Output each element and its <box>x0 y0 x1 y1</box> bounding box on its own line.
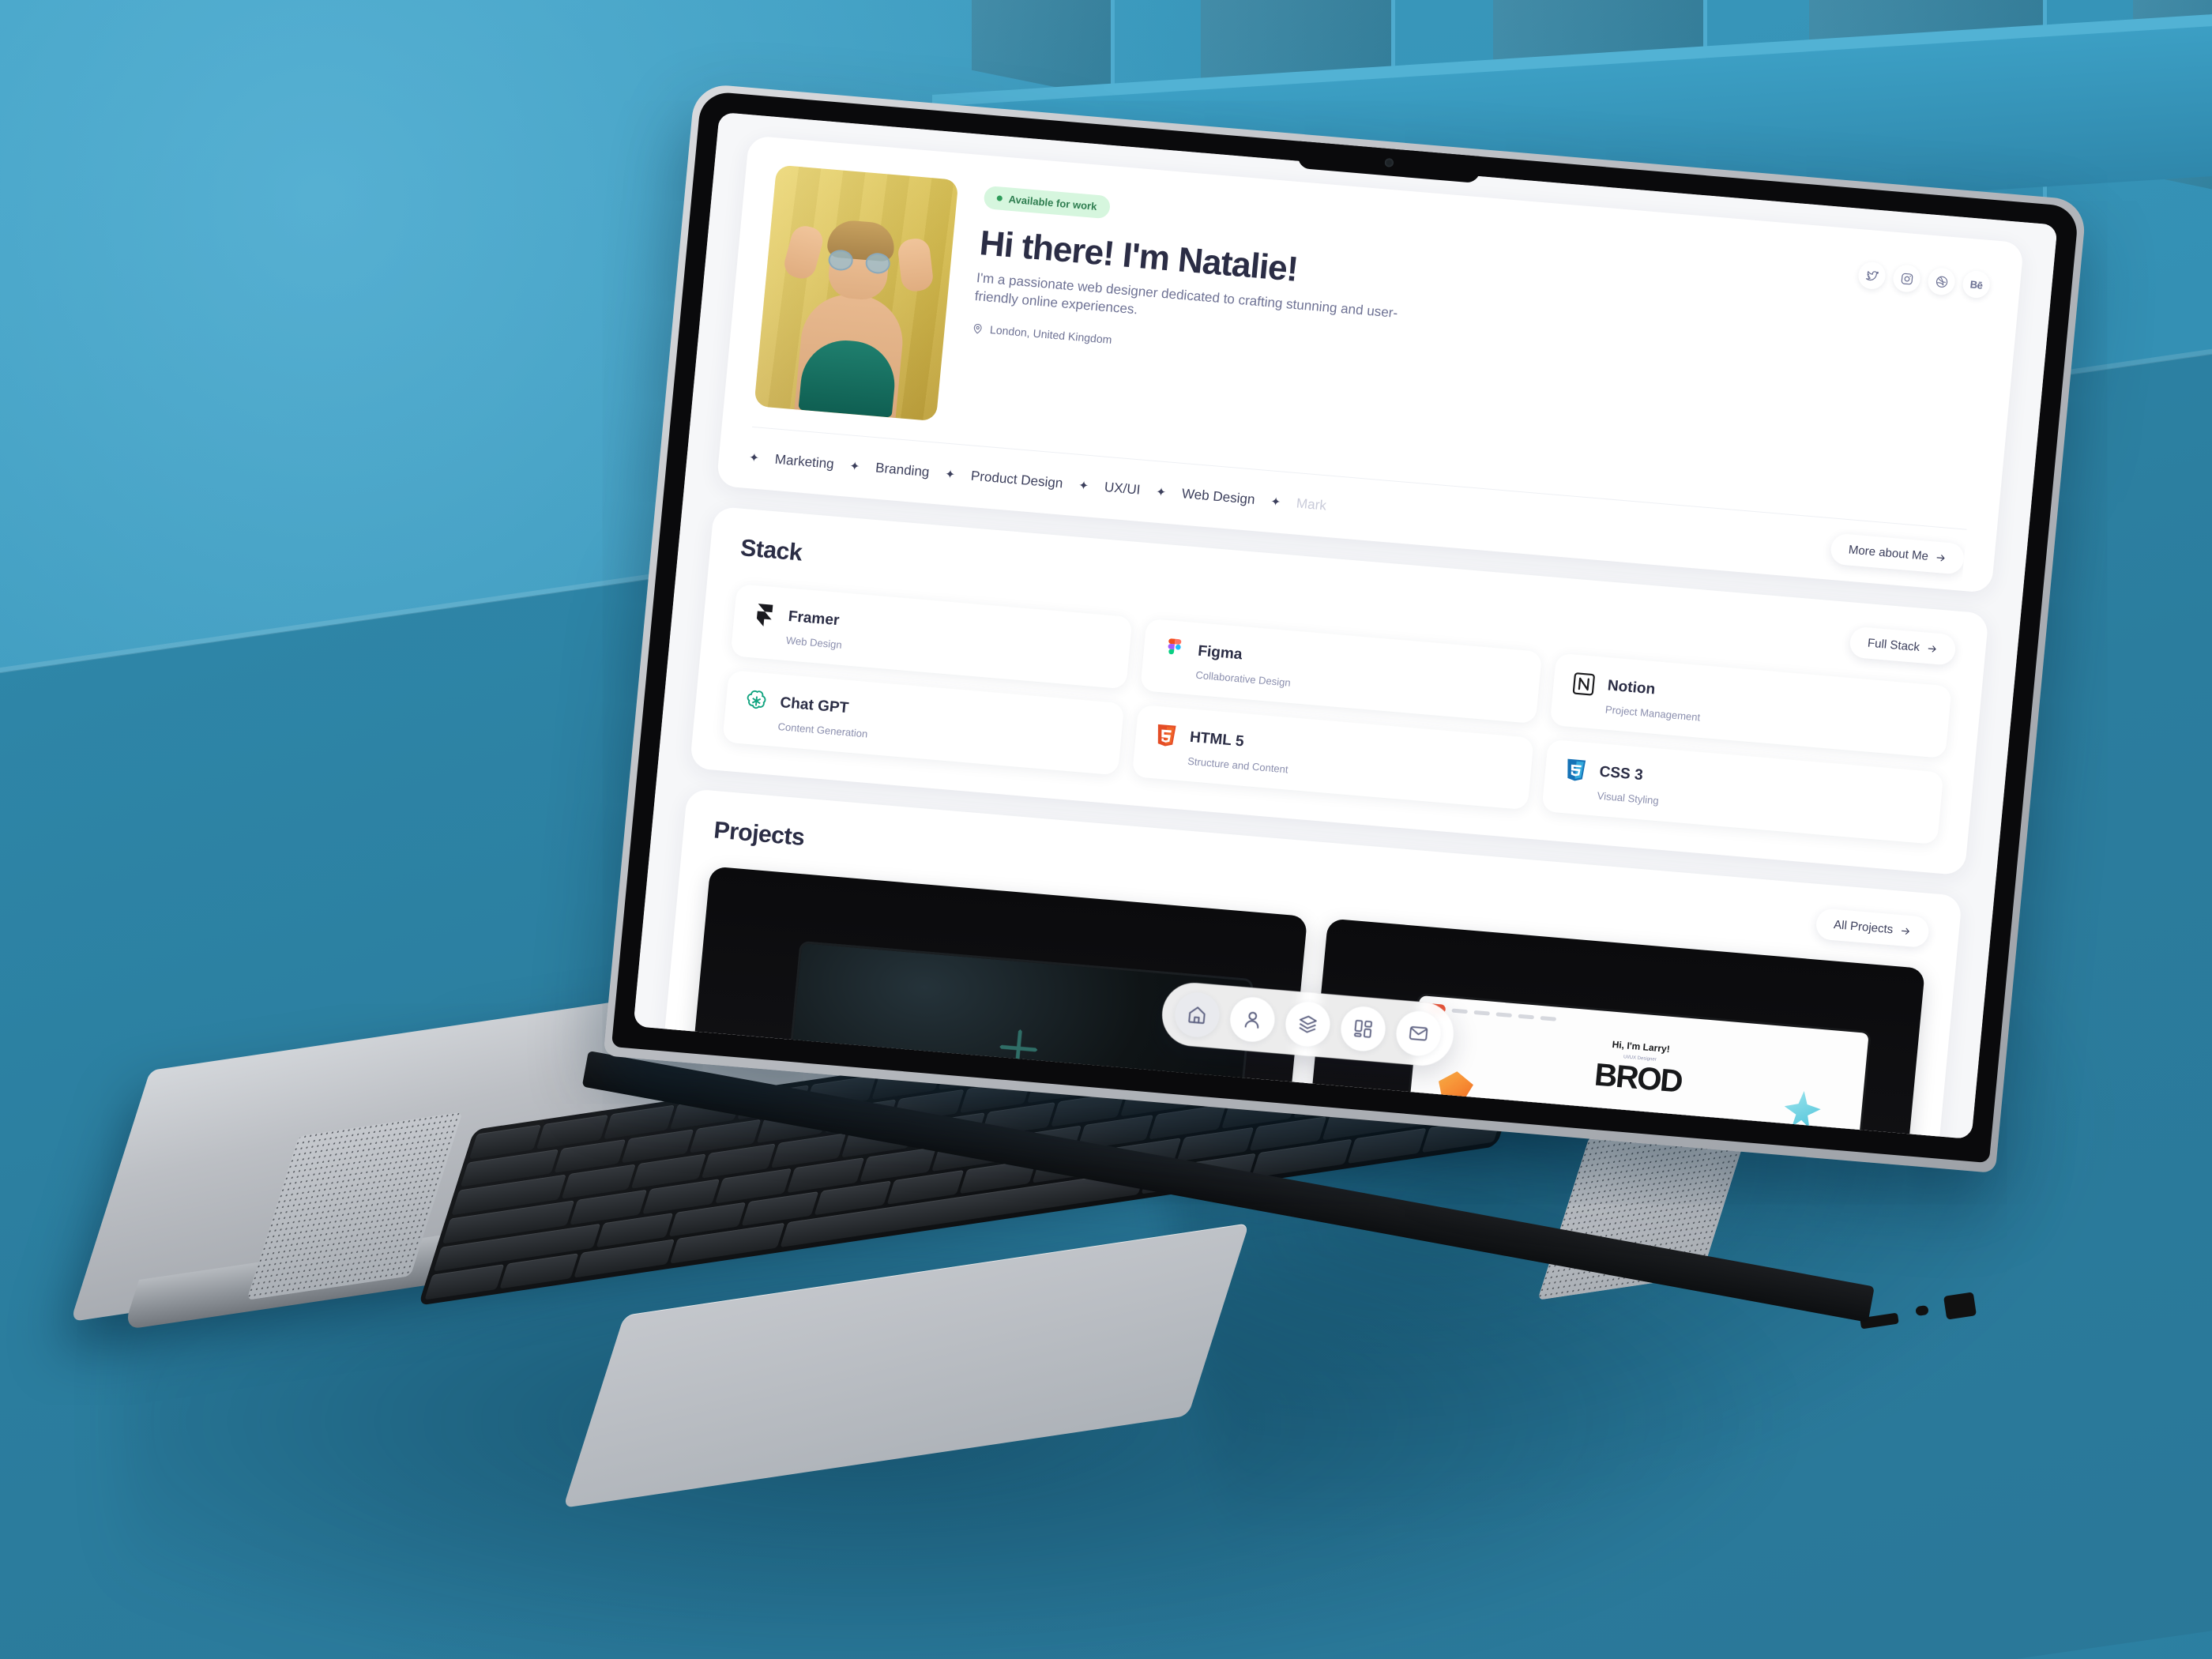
dock-item-stack[interactable] <box>1283 1000 1333 1048</box>
status-badge-label: Available for work <box>1008 193 1098 213</box>
skill-chip: Mark <box>1296 495 1327 514</box>
stack-item-notion[interactable]: Notion Project Management <box>1549 653 1952 758</box>
status-badge: Available for work <box>983 185 1111 220</box>
css3-icon <box>1560 754 1591 785</box>
skill-chip: Product Design <box>970 468 1064 491</box>
stack-item-name: Figma <box>1197 642 1243 664</box>
port-sdcard <box>1943 1292 1977 1320</box>
full-stack-label: Full Stack <box>1867 636 1920 655</box>
location-row: London, United Kingdom <box>971 322 1978 419</box>
envelope-icon <box>1409 1026 1428 1041</box>
social-links: Bē <box>1856 261 1992 299</box>
skill-chip: Web Design <box>1181 485 1256 507</box>
stack-item-css3[interactable]: CSS 3 Visual Styling <box>1541 739 1944 845</box>
framer-icon <box>749 600 780 630</box>
layers-icon <box>1299 1015 1317 1033</box>
dock-item-contact[interactable] <box>1394 1009 1443 1058</box>
all-projects-label: All Projects <box>1833 918 1894 937</box>
stack-item-figma[interactable]: Figma Collaborative Design <box>1140 618 1543 724</box>
port-thunderbolt <box>1915 1304 1929 1317</box>
all-projects-button[interactable]: All Projects <box>1815 908 1931 949</box>
stack-item-framer[interactable]: Framer Web Design <box>730 584 1133 690</box>
skill-chip: Marketing <box>774 451 835 472</box>
stack-item-html5[interactable]: HTML 5 Structure and Content <box>1131 704 1534 811</box>
notion-icon <box>1568 668 1599 699</box>
laptop-mockup: Available for work Bē Hi there! I'm Nata… <box>0 0 2212 1659</box>
full-stack-button[interactable]: Full Stack <box>1849 626 1957 666</box>
dock-item-home[interactable] <box>1172 991 1221 1039</box>
arrow-right-icon <box>1936 554 1945 561</box>
dock-item-projects[interactable] <box>1338 1004 1388 1053</box>
status-dot-icon <box>996 195 1003 201</box>
dock-item-about[interactable] <box>1228 995 1277 1044</box>
sparkle-icon: ✦ <box>944 467 956 482</box>
arrow-right-icon <box>1928 645 1936 653</box>
more-about-me-button[interactable]: More about Me <box>1830 532 1966 575</box>
instagram-icon[interactable] <box>1891 264 1922 293</box>
twitter-icon[interactable] <box>1856 261 1887 291</box>
sparkle-icon: ✦ <box>1078 478 1089 493</box>
location-label: London, United Kingdom <box>989 323 1113 347</box>
stack-item-name: Chat GPT <box>779 694 850 717</box>
stack-item-name: Framer <box>787 608 841 630</box>
location-pin-icon <box>973 323 982 334</box>
kanban-grid-icon <box>1354 1019 1372 1038</box>
stack-title: Stack <box>739 534 803 566</box>
skill-chip: Branding <box>875 459 931 480</box>
html5-icon <box>1150 720 1181 751</box>
portfolio-page: Available for work Bē Hi there! I'm Nata… <box>633 111 2058 1140</box>
stack-item-name: CSS 3 <box>1598 763 1644 784</box>
behance-label: Bē <box>1969 277 1984 292</box>
person-icon <box>1244 1011 1259 1029</box>
projects-title: Projects <box>713 816 806 851</box>
sparkle-icon: ✦ <box>748 450 760 465</box>
dribbble-icon[interactable] <box>1926 266 1957 296</box>
chatgpt-icon <box>741 686 772 717</box>
arrow-right-icon <box>1902 927 1909 935</box>
stack-item-name: HTML 5 <box>1189 728 1245 750</box>
sparkle-icon: ✦ <box>848 459 861 474</box>
sparkle-icon: ✦ <box>1270 495 1281 510</box>
screen: Available for work Bē Hi there! I'm Nata… <box>633 111 2058 1140</box>
skill-chip: UX/UI <box>1104 479 1142 498</box>
home-icon <box>1188 1006 1206 1025</box>
stack-item-name: Notion <box>1606 677 1657 698</box>
figma-icon <box>1159 634 1190 665</box>
behance-icon[interactable]: Bē <box>1962 269 1992 299</box>
laptop-lid: Available for work Bē Hi there! I'm Nata… <box>603 83 2087 1173</box>
stack-item-chatgpt[interactable]: Chat GPT Content Generation <box>722 670 1125 776</box>
avatar <box>754 164 959 422</box>
webcam-icon <box>1384 157 1394 167</box>
sparkle-icon: ✦ <box>1155 484 1167 499</box>
more-about-me-label: More about Me <box>1848 543 1929 563</box>
